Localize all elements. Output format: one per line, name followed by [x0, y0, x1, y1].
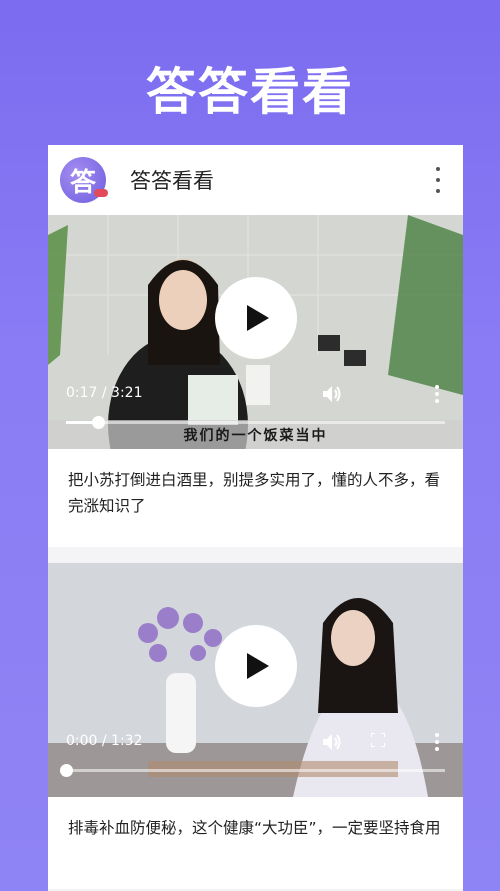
- progress-track[interactable]: [60, 764, 445, 777]
- volume-icon[interactable]: [323, 385, 343, 403]
- video-card: 我们的一个饭菜当中 0:17 / 3:21 把小苏打倒进白酒里，别提多实用了，懂…: [48, 215, 463, 547]
- play-icon: [247, 305, 269, 331]
- video-description[interactable]: 排毒补血防便秘，这个健康“大功臣”，一定要坚持食用: [48, 797, 463, 889]
- card-divider: [48, 547, 463, 563]
- logo-accent: [94, 189, 108, 197]
- app-screen: 答 答答看看 我们的一个饭菜当中 0:17 / 3:21 把小苏打倒进白酒里，别…: [48, 145, 463, 891]
- play-button[interactable]: [215, 277, 297, 359]
- logo-glyph: 答: [69, 167, 96, 198]
- volume-icon[interactable]: [323, 733, 343, 751]
- play-button[interactable]: [215, 625, 297, 707]
- more-vert-icon[interactable]: [435, 167, 441, 193]
- hero-title: 答答看看: [146, 63, 354, 121]
- play-icon: [247, 653, 269, 679]
- app-bar: 答 答答看看: [48, 145, 463, 215]
- video-player[interactable]: 0:00 / 1:32: [48, 563, 463, 797]
- app-title: 答答看看: [130, 169, 214, 193]
- progress-knob[interactable]: [60, 764, 73, 777]
- video-description[interactable]: 把小苏打倒进白酒里，别提多实用了，懂的人不多，看完涨知识了: [48, 449, 463, 547]
- video-time: 0:00 / 1:32: [66, 733, 143, 749]
- video-player[interactable]: 我们的一个饭菜当中 0:17 / 3:21: [48, 215, 463, 449]
- video-time: 0:17 / 3:21: [66, 385, 143, 401]
- video-card: 0:00 / 1:32 排毒补血防便秘，这个健康“大功臣”，一定要坚持食用: [48, 563, 463, 889]
- progress-track[interactable]: [66, 416, 445, 429]
- video-more-icon[interactable]: [435, 733, 439, 751]
- fullscreen-icon[interactable]: [371, 733, 385, 747]
- video-more-icon[interactable]: [435, 385, 439, 403]
- video-subtitle: 我们的一个饭菜当中: [183, 428, 328, 444]
- app-logo: 答: [60, 157, 108, 203]
